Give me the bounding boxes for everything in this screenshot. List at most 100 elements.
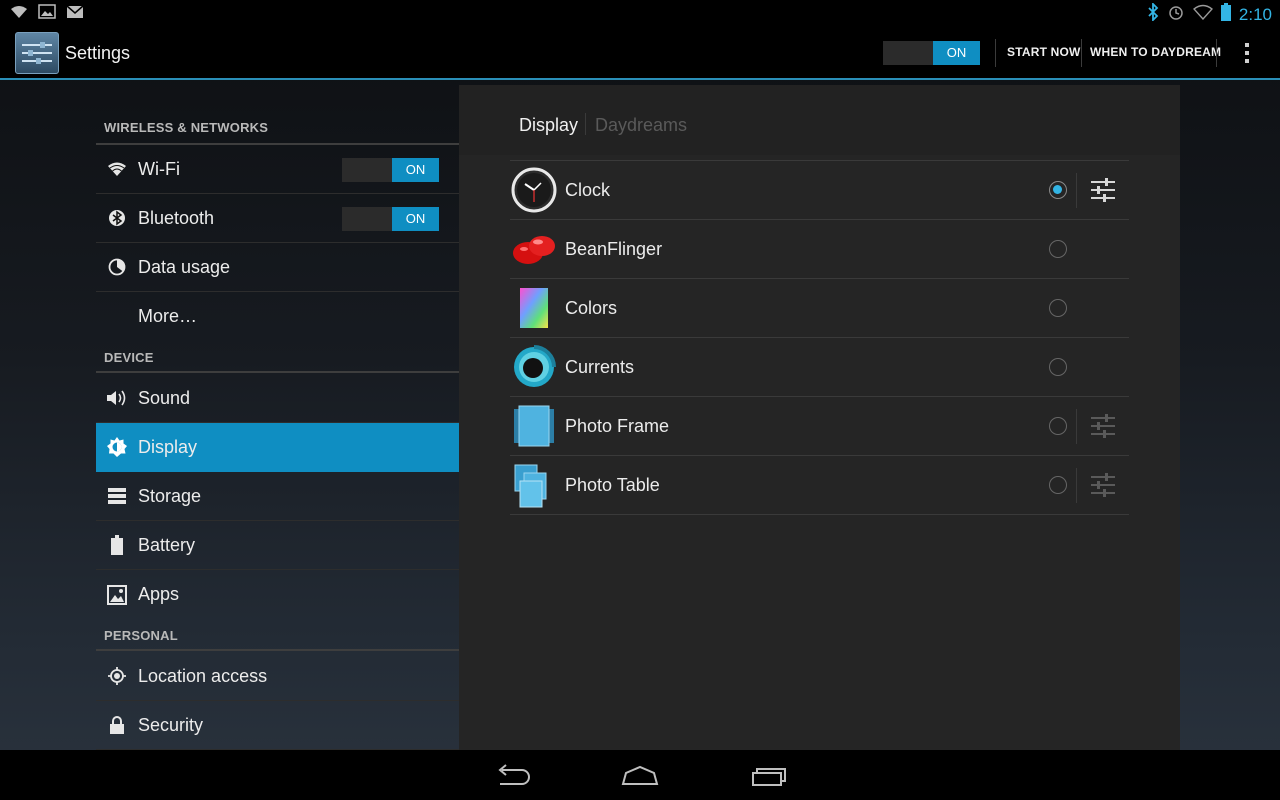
wifi-icon — [1192, 4, 1213, 25]
daydream-label: BeanFlinger — [565, 239, 663, 259]
daydream-label: Colors — [565, 298, 618, 318]
daydream-item-currents[interactable]: Currents — [510, 338, 1129, 397]
settings-sidebar: WIRELESS & NETWORKS Wi-Fi ON Bluetooth O… — [96, 100, 459, 750]
daydream-item-clock[interactable]: Clock — [510, 161, 1129, 220]
tune-settings-icon[interactable] — [1090, 177, 1116, 203]
mail-icon — [66, 4, 84, 24]
sidebar-item-battery[interactable]: Battery — [96, 521, 459, 570]
when-to-daydream-button[interactable]: WHEN TO DAYDREAM — [1090, 45, 1221, 59]
divider — [1076, 173, 1077, 208]
tune-settings-icon[interactable] — [1090, 413, 1116, 439]
daydream-switch[interactable]: ON — [883, 41, 980, 65]
sidebar-item-display[interactable]: Display — [96, 423, 459, 472]
status-bar: 2:10 — [0, 0, 1280, 26]
divider — [995, 39, 996, 67]
home-icon[interactable] — [620, 762, 660, 790]
location-icon — [96, 666, 138, 686]
section-header-wireless: WIRELESS & NETWORKS — [96, 120, 459, 145]
sidebar-item-label: Bluetooth — [138, 207, 215, 228]
wifi-notification-icon — [10, 5, 28, 24]
section-header-personal: PERSONAL — [96, 628, 459, 651]
image-icon — [38, 4, 56, 24]
clock-icon — [511, 167, 557, 213]
bluetooth-switch-label: ON — [392, 207, 439, 231]
action-bar: Settings ON START NOW WHEN TO DAYDREAM — [0, 26, 1280, 80]
battery-icon — [1220, 3, 1231, 26]
sidebar-item-more[interactable]: More… — [96, 292, 459, 341]
daydream-item-photo-table[interactable]: Photo Table — [510, 456, 1129, 515]
sidebar-item-label: Wi-Fi — [138, 158, 180, 179]
sidebar-item-label: Apps — [138, 584, 180, 604]
status-time: 2:10 — [1238, 4, 1272, 24]
section-header-device: DEVICE — [96, 350, 459, 373]
sidebar-item-label: Storage — [138, 485, 202, 506]
breadcrumb-separator — [585, 113, 586, 135]
daydream-label: Currents — [565, 357, 635, 377]
sidebar-item-apps[interactable]: Apps — [96, 570, 459, 619]
start-now-button[interactable]: START NOW — [1007, 45, 1081, 59]
daydream-radio-photo-table[interactable] — [1049, 476, 1067, 494]
daydream-item-photo-frame[interactable]: Photo Frame — [510, 397, 1129, 456]
sidebar-item-label: More… — [138, 306, 198, 326]
wifi-switch-label: ON — [392, 158, 439, 182]
photo-table-icon — [511, 462, 557, 508]
recent-apps-icon[interactable] — [748, 762, 788, 790]
sidebar-item-storage[interactable]: Storage — [96, 472, 459, 521]
overflow-menu-icon[interactable] — [1236, 40, 1258, 66]
back-icon[interactable] — [492, 762, 532, 790]
tune-settings-icon[interactable] — [1090, 472, 1116, 498]
daydream-label: Clock — [565, 180, 611, 200]
sidebar-item-wifi[interactable]: Wi-Fi ON — [96, 145, 459, 194]
apps-icon — [96, 584, 138, 605]
sidebar-item-label: Data usage — [138, 256, 231, 277]
speaker-icon — [96, 389, 138, 407]
daydream-radio-photo-frame[interactable] — [1049, 417, 1067, 435]
daydream-item-colors[interactable]: Colors — [510, 279, 1129, 338]
daydream-radio-beanflinger[interactable] — [1049, 240, 1067, 258]
photo-frame-icon — [511, 403, 557, 449]
divider — [1081, 39, 1082, 67]
navigation-bar — [0, 750, 1280, 800]
daydream-radio-currents[interactable] — [1049, 358, 1067, 376]
currents-icon — [511, 344, 557, 390]
brightness-icon — [96, 436, 138, 458]
jellybean-icon — [511, 226, 557, 272]
sidebar-item-label: Security — [138, 714, 204, 735]
breadcrumb-display[interactable]: Display — [519, 115, 578, 136]
wifi-icon — [96, 161, 138, 177]
sidebar-item-data-usage[interactable]: Data usage — [96, 243, 459, 292]
daydream-label: Photo Frame — [565, 416, 670, 436]
sidebar-item-security[interactable]: Security — [96, 701, 459, 750]
sidebar-item-label: Sound — [138, 387, 191, 408]
daydream-radio-colors[interactable] — [1049, 299, 1067, 317]
daydream-switch-label: ON — [933, 41, 980, 65]
daydream-list: Clock BeanFlinger Colors Currents Photo … — [510, 160, 1129, 515]
storage-icon — [96, 488, 138, 504]
daydream-panel: Display Daydreams Clock BeanFlinger Colo… — [459, 85, 1180, 750]
breadcrumb-daydreams: Daydreams — [595, 115, 688, 135]
divider — [1216, 39, 1217, 67]
settings-app-icon[interactable] — [15, 32, 59, 74]
breadcrumb: Display Daydreams — [459, 85, 1180, 155]
sidebar-item-label: Display — [138, 436, 198, 457]
wifi-switch[interactable]: ON — [342, 158, 439, 182]
page-title: Settings — [65, 43, 131, 63]
sidebar-item-label: Battery — [138, 534, 196, 555]
daydream-item-beanflinger[interactable]: BeanFlinger — [510, 220, 1129, 279]
divider — [1076, 409, 1077, 444]
alarm-icon — [1167, 3, 1185, 26]
bluetooth-icon — [1147, 1, 1159, 26]
divider — [1076, 468, 1077, 503]
sidebar-item-sound[interactable]: Sound — [96, 374, 459, 423]
lock-icon — [96, 716, 138, 734]
daydream-radio-clock[interactable] — [1049, 181, 1067, 199]
battery-icon — [96, 535, 138, 555]
sidebar-item-label: Location access — [138, 665, 268, 686]
bluetooth-icon — [96, 208, 138, 228]
daydream-label: Photo Table — [565, 475, 660, 495]
sidebar-item-location-access[interactable]: Location access — [96, 652, 459, 701]
data-usage-icon — [96, 258, 138, 276]
colors-icon — [511, 285, 557, 331]
sidebar-item-bluetooth[interactable]: Bluetooth ON — [96, 194, 459, 243]
bluetooth-switch[interactable]: ON — [342, 207, 439, 231]
